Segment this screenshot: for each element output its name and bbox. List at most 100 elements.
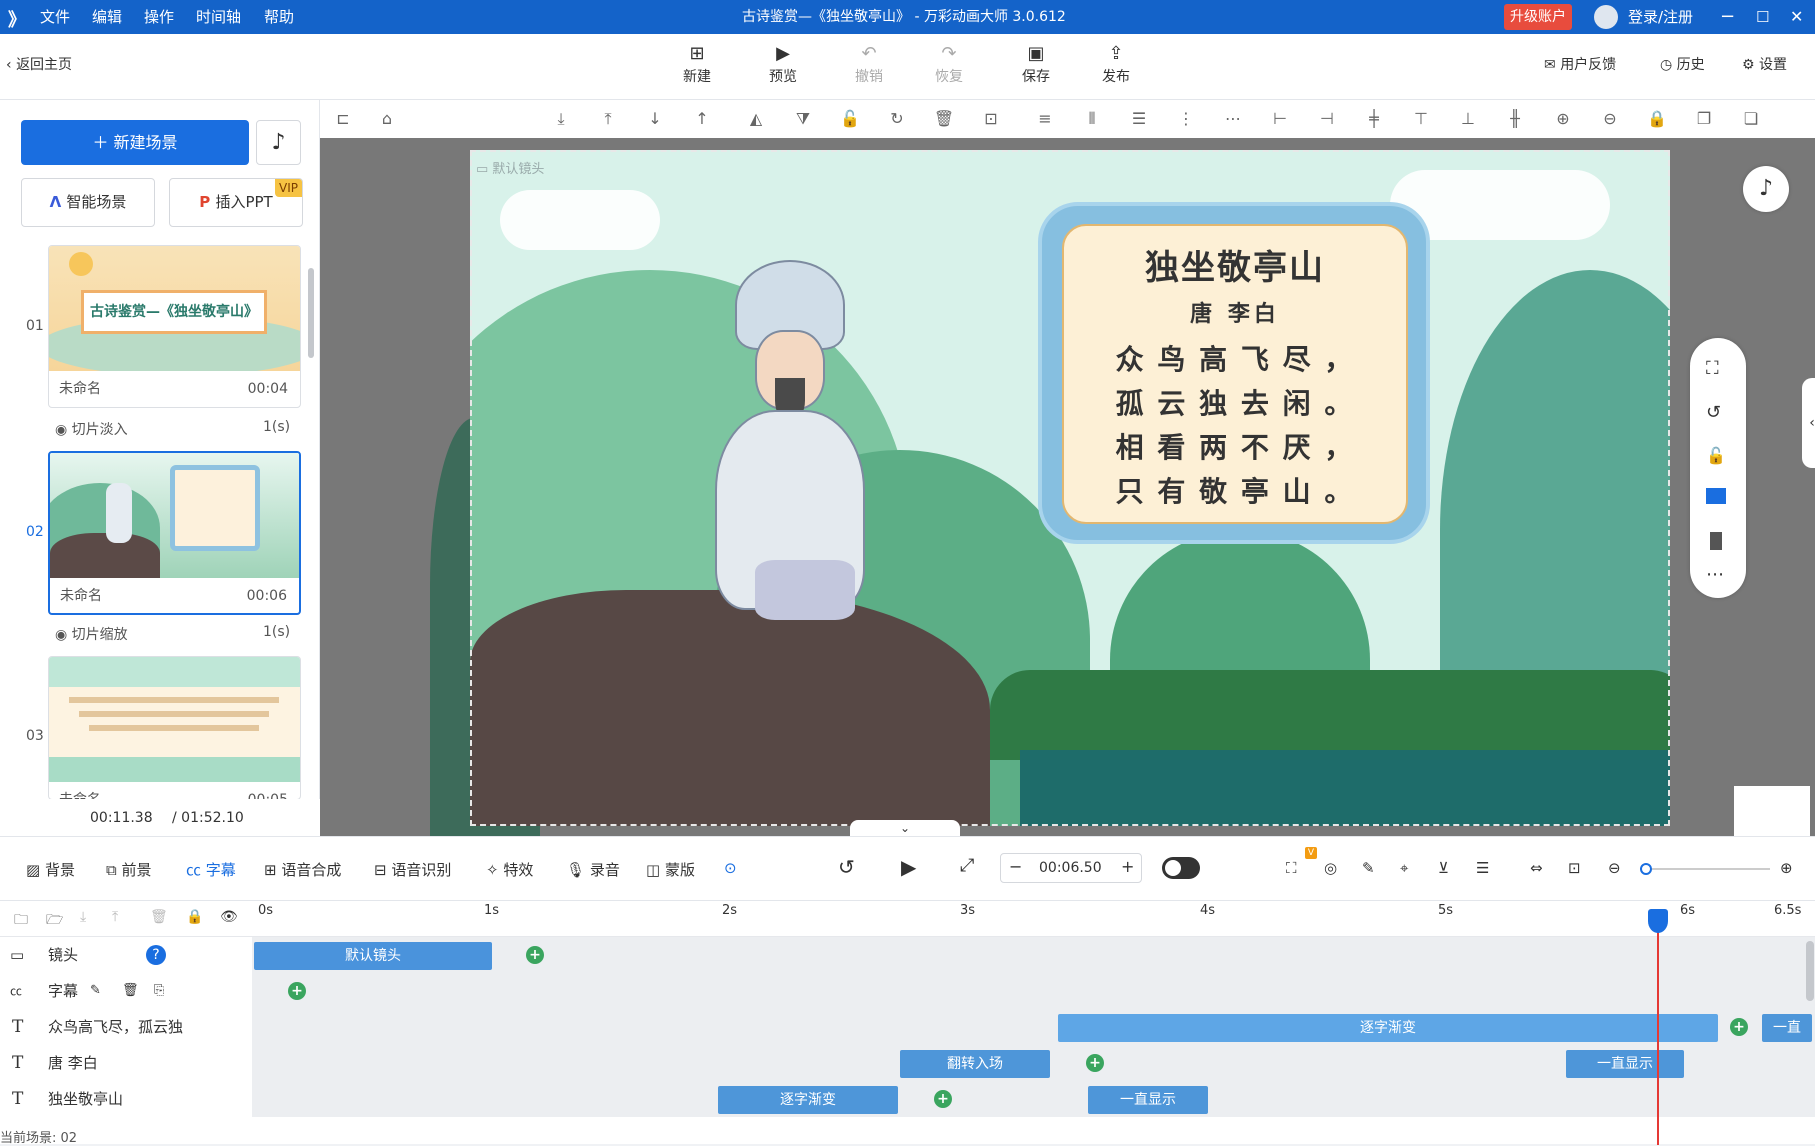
align-vcenter-icon[interactable]: ╫ [1504,108,1526,130]
record-screen-icon[interactable]: ⛶ [1286,859,1297,877]
filter-icon[interactable]: ⊻ [1438,859,1449,877]
import-icon[interactable]: ⎘ [154,973,164,1009]
undo-button[interactable]: ↶ 撤销 [841,42,897,86]
menu-file[interactable]: 文件 [40,0,70,34]
transition-item[interactable]: ◉ 切片淡入 1(s) [55,419,290,439]
move-down-icon[interactable]: ↓ [644,108,666,130]
timeline-block[interactable]: 逐字渐变 [718,1086,898,1114]
eye-icon[interactable]: 👁 [220,909,238,925]
fullscreen-icon[interactable]: ⤢ [960,855,974,876]
plus-icon[interactable]: + [1121,857,1134,876]
track-lane[interactable]: 逐字渐变 + 一直显示 [252,1081,1815,1117]
mask-button[interactable]: ◫ 蒙版 [646,859,695,880]
copy-icon[interactable]: ❐ [1693,108,1715,130]
menu-timeline[interactable]: 时间轴 [196,0,241,34]
timeline-block[interactable]: 逐字渐变 [1058,1014,1718,1042]
portrait-icon[interactable] [1710,532,1722,550]
play-icon[interactable]: ▶ [901,855,916,879]
zoom-slider[interactable] [1640,863,1770,875]
adjust-icon[interactable]: ☰ [1476,859,1489,877]
track-lane[interactable]: 翻转入场 + 一直显示 [252,1045,1815,1081]
track-lane[interactable]: 逐字渐变 + 一直 [252,1009,1815,1045]
track-lane[interactable]: 默认镜头 + [252,937,1815,973]
ruler-icon[interactable]: ⊏ [332,108,354,130]
maximize-icon[interactable]: ☐ [1756,0,1769,34]
delete-icon[interactable]: 🗑 [150,909,168,925]
scene-thumb-02[interactable]: 未命名 00:06 [48,451,301,615]
upgrade-button[interactable]: 升级账户 [1504,4,1572,30]
zoom-in-icon[interactable]: ⊕ [1552,108,1574,130]
timeline-block[interactable]: 默认镜头 [254,942,492,970]
music-float-button[interactable]: ♪ [1743,166,1789,212]
close-icon[interactable]: ✕ [1790,0,1803,34]
edit-icon[interactable]: ✎ [1362,859,1375,877]
settings-button[interactable]: ⚙ 设置 [1742,54,1787,74]
delete-icon[interactable]: 🗑 [122,973,139,1009]
timeline-block[interactable]: 一直显示 [1088,1086,1208,1114]
align-left-icon[interactable]: ⊢ [1269,108,1291,130]
playhead[interactable] [1657,911,1659,1145]
align-right-icon[interactable]: ⊣ [1316,108,1338,130]
edit-icon[interactable]: ✎ [90,973,101,1009]
camera-frame[interactable] [470,150,1670,826]
menu-operate[interactable]: 操作 [144,0,174,34]
distribute-h-icon[interactable]: ⋮ [1175,108,1197,130]
timeline-block[interactable]: 翻转入场 [900,1050,1050,1078]
more-icon[interactable]: ⊙ [724,859,737,877]
move-down-icon[interactable]: ⤓ [80,909,86,925]
timeline-block[interactable]: 一直显示 [1566,1050,1684,1078]
rotate-icon[interactable]: ↻ [886,108,908,130]
split-icon[interactable]: ⌖ [1400,859,1408,877]
zoom-out-icon[interactable]: ⊖ [1599,108,1621,130]
align-bottom-icon[interactable]: ⊥ [1457,108,1479,130]
paste-icon[interactable]: ❏ [1740,108,1762,130]
align-center-icon[interactable]: ≡ [1034,108,1056,130]
toggle-switch[interactable] [1162,857,1200,879]
minus-icon[interactable]: − [1009,857,1022,876]
unlock-icon[interactable]: 🔒 [1646,108,1668,130]
new-scene-button[interactable]: ＋ 新建场景 [21,120,249,165]
move-up-icon[interactable]: ⤒ [112,909,118,925]
keyframe-add-icon[interactable]: + [288,982,306,1000]
lock-icon[interactable]: 🔓 [1706,446,1726,465]
delete-icon[interactable]: 🗑 [933,108,955,130]
flip-vertical-icon[interactable]: ⧩ [792,108,814,130]
background-button[interactable]: ▨ 背景 [26,859,75,880]
foreground-button[interactable]: ⧉ 前景 [106,859,152,880]
scene-thumb-03[interactable]: 未命名 00:05 [48,656,301,800]
menu-edit[interactable]: 编辑 [92,0,122,34]
timeline-block[interactable]: 一直 [1762,1014,1812,1042]
home-icon[interactable]: ⌂ [376,108,398,130]
stage[interactable]: 独坐敬亭山 唐 李白 众 鸟 高 飞 尽 ， 孤 云 独 去 闲 。 相 看 两… [470,150,1670,826]
scene-thumb-01[interactable]: 古诗鉴赏—《独坐敬亭山》 未命名 00:04 [48,245,301,408]
replay-icon[interactable]: ↺ [838,855,855,879]
record-button[interactable]: 🎙 录音 [566,859,620,880]
camera-icon[interactable]: ◎ [1324,859,1337,877]
move-top-icon[interactable]: ⤒ [597,108,619,130]
keyframe-add-icon[interactable]: + [1730,1018,1748,1036]
new-folder-icon[interactable]: 🗁 [46,909,63,933]
align-middle-icon[interactable]: ☰ [1128,108,1150,130]
align-top-icon[interactable]: ⊤ [1410,108,1432,130]
fit-width-icon[interactable]: ⇔ [1530,859,1543,877]
add-folder-icon[interactable]: 🗀 [14,909,28,933]
one-to-one-icon[interactable]: ⊡ [1568,859,1581,877]
login-button[interactable]: 登录/注册 [1628,0,1693,34]
keyframe-add-icon[interactable]: + [934,1090,952,1108]
move-bottom-icon[interactable]: ⤓ [550,108,572,130]
keyframe-add-icon[interactable]: + [1086,1054,1104,1072]
back-home-button[interactable]: ‹ 返回主页 [6,54,72,74]
insert-ppt-button[interactable]: P 插入PPT VIP [169,178,303,227]
move-up-icon[interactable]: ↑ [691,108,713,130]
align-hcenter-icon[interactable]: ╪ [1363,108,1385,130]
fit-screen-icon[interactable]: ⛶ [1706,358,1719,379]
playhead-handle[interactable] [1648,909,1668,933]
redo-button[interactable]: ↷ 恢复 [921,42,977,86]
rotate-icon[interactable]: ↺ [1706,402,1721,423]
minimap[interactable] [1734,786,1810,836]
preview-button[interactable]: ▶ 预览 [755,42,811,86]
subtitle-button[interactable]: ㏄ 字幕 [186,859,236,880]
timeline-scrollbar[interactable] [1806,941,1814,1001]
zoom-in-icon[interactable]: ⊕ [1780,859,1793,877]
lock-icon[interactable]: 🔓 [839,108,861,130]
